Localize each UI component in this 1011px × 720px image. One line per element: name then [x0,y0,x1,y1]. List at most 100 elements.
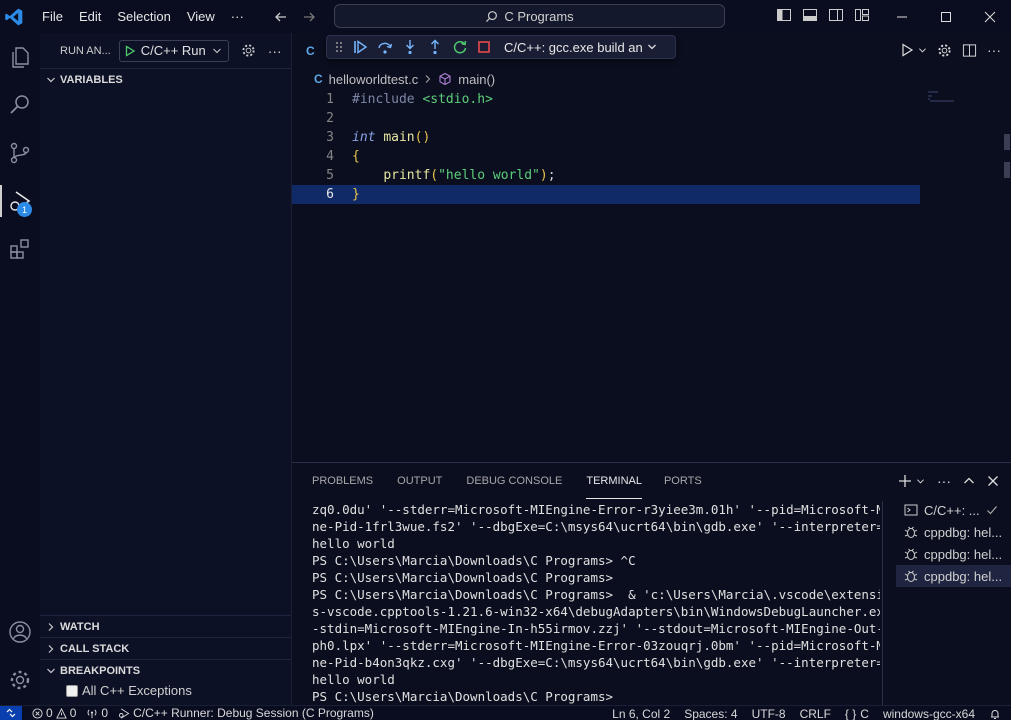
split-editor-icon[interactable] [962,43,977,58]
remote-indicator[interactable] [0,705,22,720]
menu-file[interactable]: File [34,0,71,33]
line-number: 5 [326,168,334,183]
account-icon [9,621,31,643]
forward-arrow-icon[interactable] [302,10,316,24]
breakpoint-all-cpp-exceptions[interactable]: All C++ Exceptions [66,683,192,698]
maximize-button[interactable] [924,0,968,33]
cursor-position[interactable]: Ln 6, Col 2 [612,707,670,720]
breakpoints-section-header[interactable]: BREAKPOINTS [40,659,291,681]
bug-icon [904,548,918,560]
extensions-button[interactable] [4,233,36,265]
restart-icon[interactable] [452,39,468,55]
terminal-output[interactable]: zq0.0du' '--stderr=Microsoft-MIEngine-Er… [312,501,880,706]
close-panel-icon[interactable] [987,475,999,487]
call-stack-section-header[interactable]: CALL STACK [40,637,291,659]
menu-view[interactable]: View [179,0,223,33]
back-arrow-icon[interactable] [274,10,288,24]
menu-selection[interactable]: Selection [109,0,178,33]
terminal-item[interactable]: cppdbg: hel... [896,521,1011,543]
tab-problems[interactable]: PROBLEMS [312,463,385,499]
tab-ports[interactable]: PORTS [664,463,714,499]
debug-session-select[interactable]: C/C++: gcc.exe build an [504,40,657,55]
code-line[interactable]: 5 printf("hello world"); [292,166,932,185]
code-line[interactable]: 3 int main() [292,128,932,147]
terminal-item[interactable]: cppdbg: hel... [896,543,1011,565]
toggle-secondary-sidebar-icon[interactable] [828,7,844,23]
step-over-icon[interactable] [377,39,393,55]
maximize-panel-icon[interactable] [963,475,975,487]
encoding[interactable]: UTF-8 [752,707,786,720]
menu-edit[interactable]: Edit [71,0,109,33]
stop-icon[interactable] [477,40,491,54]
line-number: 2 [326,111,334,126]
manage-button[interactable] [4,664,36,696]
code-editor[interactable]: 1 #include <stdio.h> 2 3 int main() 4{5 print… [292,90,1002,462]
cpp-configuration[interactable]: windows-gcc-x64 [883,707,975,720]
step-out-icon[interactable] [427,39,443,55]
terminal-divider [882,501,883,706]
problems-status[interactable]: 0 0 [32,706,76,720]
code-line[interactable]: 1 #include <stdio.h> [292,90,932,109]
watch-section-header[interactable]: WATCH [40,615,291,637]
close-window-button[interactable] [968,0,1011,33]
breakpoints-label: BREAKPOINTS [60,664,141,677]
chevron-down-icon[interactable] [916,477,925,486]
new-terminal-icon[interactable] [898,474,912,488]
breadcrumb-symbol[interactable]: main() [458,72,495,87]
debug-session-label: C/C++: gcc.exe build an [504,39,643,55]
terminal-line: hello world [312,672,395,687]
accounts-button[interactable] [4,616,36,648]
continue-icon[interactable] [352,39,368,55]
code-line[interactable]: 4{ [292,147,932,166]
debug-config-select[interactable]: C/C++ Run [118,39,229,62]
language-mode[interactable]: { } C [845,707,869,720]
explorer-button[interactable] [4,41,36,73]
debug-session-status[interactable]: C/C++ Runner: Debug Session (C Programs) [118,706,374,720]
customize-layout-icon[interactable] [854,7,870,23]
terminal-item-selected[interactable]: cppdbg: hel... [896,565,1011,587]
terminal-line: s-vscode.cpptools-1.21.6-win32-x64\debug… [312,604,880,619]
source-control-button[interactable] [4,137,36,169]
breadcrumb-file[interactable]: helloworldtest.c [329,72,419,87]
gear-icon[interactable] [241,43,256,58]
bell-icon[interactable] [989,708,1001,720]
step-into-icon[interactable] [402,39,418,55]
panel-actions: ··· [898,473,999,489]
minimap[interactable] [926,90,956,106]
toggle-primary-sidebar-icon[interactable] [776,7,792,23]
tab-output[interactable]: OUTPUT [397,463,454,499]
error-count: 0 [46,706,53,720]
terminal-name: C/C++: ... [924,502,980,518]
menu-more[interactable]: ··· [223,0,252,33]
variables-section-header[interactable]: VARIABLES [40,68,291,90]
chevron-down-icon[interactable] [918,46,927,55]
toggle-panel-icon[interactable] [802,7,818,23]
code-token: #include [352,92,423,107]
tab-terminal[interactable]: TERMINAL [586,463,642,499]
start-debugging-icon[interactable] [124,44,136,57]
gear-icon[interactable] [937,43,952,58]
breakpoint-checkbox[interactable] [66,684,78,697]
warning-icon [55,707,67,719]
run-file-icon[interactable] [900,43,914,57]
editor-scrollbar[interactable] [1004,134,1010,190]
indentation[interactable]: Spaces: 4 [684,707,737,720]
search-button[interactable] [4,89,36,121]
code-line[interactable]: 2 [292,109,932,128]
check-icon [986,506,997,515]
line-ending[interactable]: CRLF [800,707,831,720]
command-center-search[interactable]: C Programs [334,4,725,28]
ports-status[interactable]: 0 [86,706,108,720]
more-actions-icon[interactable]: ··· [987,42,1001,58]
code-line[interactable]: 6} [292,185,920,204]
remote-icon [6,708,16,718]
drag-handle-icon[interactable] [335,40,343,54]
more-actions-icon[interactable]: ··· [268,43,282,59]
terminal-item[interactable]: C/C++: ... [896,499,1011,521]
minimize-button[interactable] [880,0,924,33]
code-text: int main() [342,128,430,147]
tab-debug-console[interactable]: DEBUG CONSOLE [466,463,574,499]
broadcast-icon [87,708,97,718]
more-actions-icon[interactable]: ··· [937,473,951,489]
